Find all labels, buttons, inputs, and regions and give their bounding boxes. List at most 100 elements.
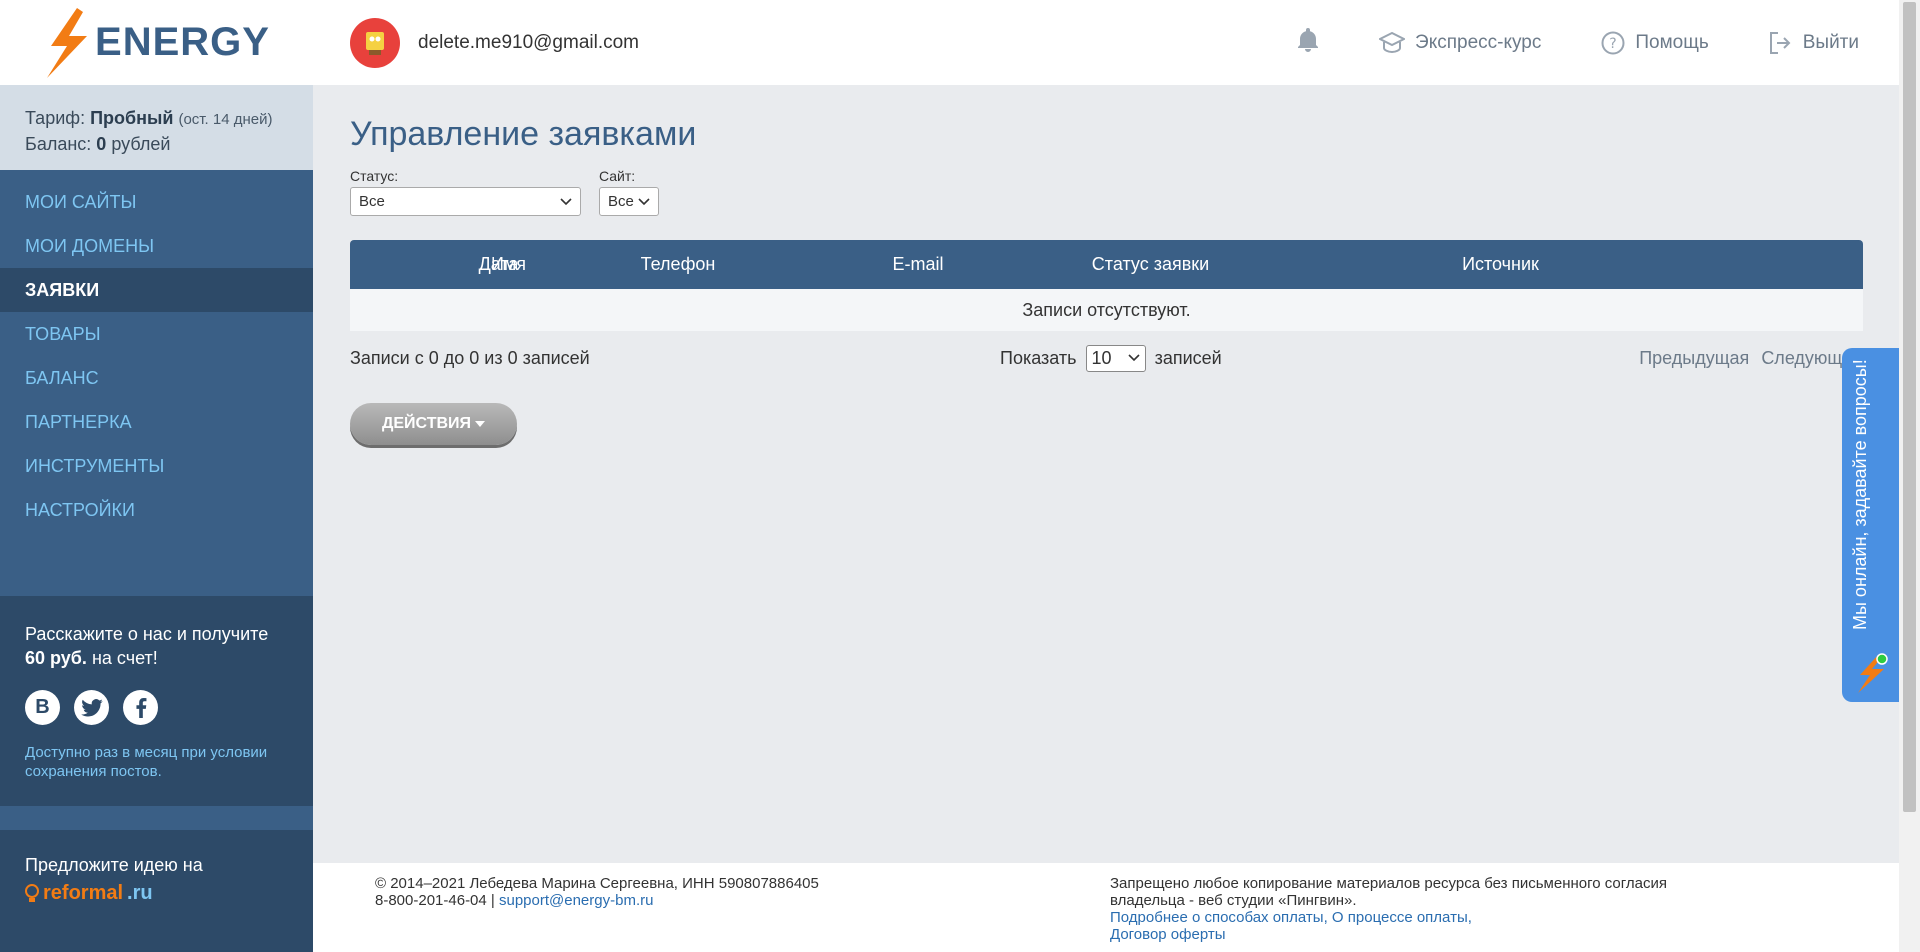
page-scrollbar[interactable] — [1899, 0, 1920, 952]
tariff-plan: Пробный — [90, 108, 174, 128]
header-actions: Экспресс-курс ? Помощь Выйти — [1297, 28, 1859, 57]
site-select[interactable]: Все — [599, 187, 659, 216]
balance-label: Баланс: — [25, 134, 92, 154]
footer-copyright: © 2014–2021 Лебедева Марина Сергеевна, И… — [375, 875, 819, 892]
reformal-link[interactable]: reformal .ru — [25, 882, 288, 905]
social-share: В — [25, 690, 288, 725]
col-email[interactable]: E-mail — [808, 254, 1028, 275]
pagination: Предыдущая Следующая — [1639, 348, 1862, 369]
col-name[interactable]: Имя — [469, 254, 548, 275]
status-filter: Статус: Все — [350, 168, 581, 216]
site-select-value: Все — [608, 193, 634, 210]
status-filter-label: Статус: — [350, 168, 399, 184]
question-circle-icon: ? — [1601, 31, 1625, 54]
logo[interactable]: ENERGY — [0, 0, 313, 85]
express-course-label: Экспресс-курс — [1415, 31, 1542, 53]
vk-icon[interactable]: В — [25, 690, 60, 725]
graduation-cap-icon — [1379, 31, 1406, 53]
vk-letter: В — [35, 696, 50, 718]
page-length-value: 10 — [1091, 347, 1112, 368]
logo-text: ENERGY — [95, 20, 270, 64]
online-chat-widget[interactable]: Мы онлайн, задавайте вопросы! — [1842, 348, 1899, 702]
svg-text:?: ? — [1610, 36, 1617, 52]
logout-link[interactable]: Выйти — [1769, 31, 1859, 54]
lightning-logo-icon — [47, 7, 88, 78]
col-phone[interactable]: Телефон — [548, 254, 808, 275]
sidebar-item-tools[interactable]: ИНСТРУМЕНТЫ — [0, 444, 313, 488]
express-course-link[interactable]: Экспресс-курс — [1379, 31, 1542, 54]
sidebar-item-my-sites[interactable]: МОИ САЙТЫ — [0, 180, 313, 224]
sidebar-item-partner[interactable]: ПАРТНЕРКА — [0, 400, 313, 444]
col-status[interactable]: Статус заявки — [1028, 254, 1273, 275]
main-content: Управление заявками Статус: Все Сайт: Вс… — [313, 85, 1899, 863]
site-filter: Сайт: Все — [599, 168, 659, 216]
table-info: Записи с 0 до 0 из 0 записей — [350, 347, 590, 368]
reformal-brand-main: reformal — [43, 882, 124, 904]
support-email-link[interactable]: support@energy-bm.ru — [499, 892, 653, 909]
chat-lightning-icon — [1858, 653, 1888, 693]
chevron-down-icon — [1127, 354, 1140, 362]
scrollbar-thumb[interactable] — [1903, 2, 1916, 812]
table-footer: Записи с 0 до 0 из 0 записей Показать 10… — [350, 343, 1862, 373]
footer-notice: Запрещено любое копирование материалов р… — [1110, 875, 1667, 909]
sidebar-item-balance[interactable]: БАЛАНС — [0, 356, 313, 400]
sidebar-item-requests[interactable]: ЗАЯВКИ — [0, 268, 313, 312]
idea-text: Предложите идею на — [25, 855, 203, 875]
chat-widget-text: Мы онлайн, задавайте вопросы! — [1850, 359, 1870, 630]
reformal-brand-tld: .ru — [127, 882, 153, 904]
sidebar: ENERGY Тариф: Пробный (ост. 14 дней) Бал… — [0, 0, 313, 952]
balance-unit: рублей — [111, 134, 171, 154]
promo-text-pre: Расскажите о нас и получите — [25, 624, 269, 644]
balance-value: 0 — [96, 134, 107, 154]
status-select-value: Все — [359, 193, 385, 210]
payment-methods-link[interactable]: Подробнее о способах оплаты, — [1110, 909, 1328, 926]
facebook-f-icon — [135, 697, 146, 718]
table-empty-row: Записи отсутствуют. — [350, 289, 1863, 331]
col-source[interactable]: Источник — [1273, 254, 1728, 275]
caret-down-icon — [475, 421, 486, 427]
logout-label: Выйти — [1802, 31, 1859, 53]
sidebar-item-settings[interactable]: НАСТРОЙКИ — [0, 488, 313, 532]
logout-icon — [1769, 31, 1791, 54]
promo-note: Доступно раз в месяц при условии сохране… — [25, 744, 268, 780]
prev-page-button[interactable]: Предыдущая — [1639, 348, 1749, 369]
top-header: delete.me910@gmail.com Экспресс-курс ? П… — [313, 0, 1899, 85]
idea-box: Предложите идею на reformal .ru — [0, 830, 313, 952]
promo-text-post: на счет! — [91, 648, 158, 668]
tariff-label: Тариф: — [25, 108, 86, 128]
actions-label: ДЕЙСТВИЯ — [381, 415, 472, 432]
sidebar-nav: МОИ САЙТЫ МОИ ДОМЕНЫ ЗАЯВКИ ТОВАРЫ БАЛАН… — [0, 170, 313, 532]
sidebar-item-products[interactable]: ТОВАРЫ — [0, 312, 313, 356]
chevron-down-icon — [560, 197, 572, 205]
twitter-icon[interactable] — [74, 690, 109, 725]
promo-text: Расскажите о нас и получите 60 руб. на с… — [25, 622, 288, 670]
help-link[interactable]: ? Помощь — [1601, 31, 1709, 55]
page-length: Показать 10 записей — [1000, 344, 1222, 372]
tariff-info: Тариф: Пробный (ост. 14 дней) Баланс: 0 … — [0, 85, 313, 170]
user-avatar-icon — [366, 31, 384, 55]
page-title: Управление заявками — [350, 115, 697, 153]
offer-agreement-link[interactable]: Договор оферты — [1110, 926, 1226, 943]
chevron-down-icon — [638, 197, 650, 205]
tariff-remaining: (ост. 14 дней) — [178, 111, 273, 128]
actions-dropdown-button[interactable]: ДЕЙСТВИЯ — [350, 403, 517, 445]
page-length-label: Показать — [1000, 347, 1077, 368]
page-length-select[interactable]: 10 — [1085, 344, 1146, 372]
help-label: Помощь — [1635, 31, 1709, 53]
payment-process-link[interactable]: О процессе оплаты, — [1332, 909, 1472, 926]
referral-promo: Расскажите о нас и получите 60 руб. на с… — [0, 596, 313, 806]
lightbulb-icon — [25, 883, 39, 902]
page-footer: © 2014–2021 Лебедева Марина Сергеевна, И… — [313, 863, 1899, 952]
notifications-bell-icon[interactable] — [1297, 28, 1319, 57]
filters: Статус: Все Сайт: Все — [350, 168, 1862, 216]
promo-amount: 60 руб. — [25, 648, 87, 668]
sidebar-item-my-domains[interactable]: МОИ ДОМЕНЫ — [0, 224, 313, 268]
twitter-bird-icon — [80, 698, 103, 716]
status-select[interactable]: Все — [350, 187, 581, 216]
table-header: Дата Имя Телефон E-mail Статус заявки Ис… — [350, 240, 1863, 289]
page-length-unit: записей — [1154, 347, 1222, 368]
facebook-icon[interactable] — [123, 690, 158, 725]
site-filter-label: Сайт: — [599, 168, 636, 184]
footer-phone: 8-800-201-46-04 | — [375, 892, 495, 909]
avatar[interactable] — [350, 17, 400, 68]
